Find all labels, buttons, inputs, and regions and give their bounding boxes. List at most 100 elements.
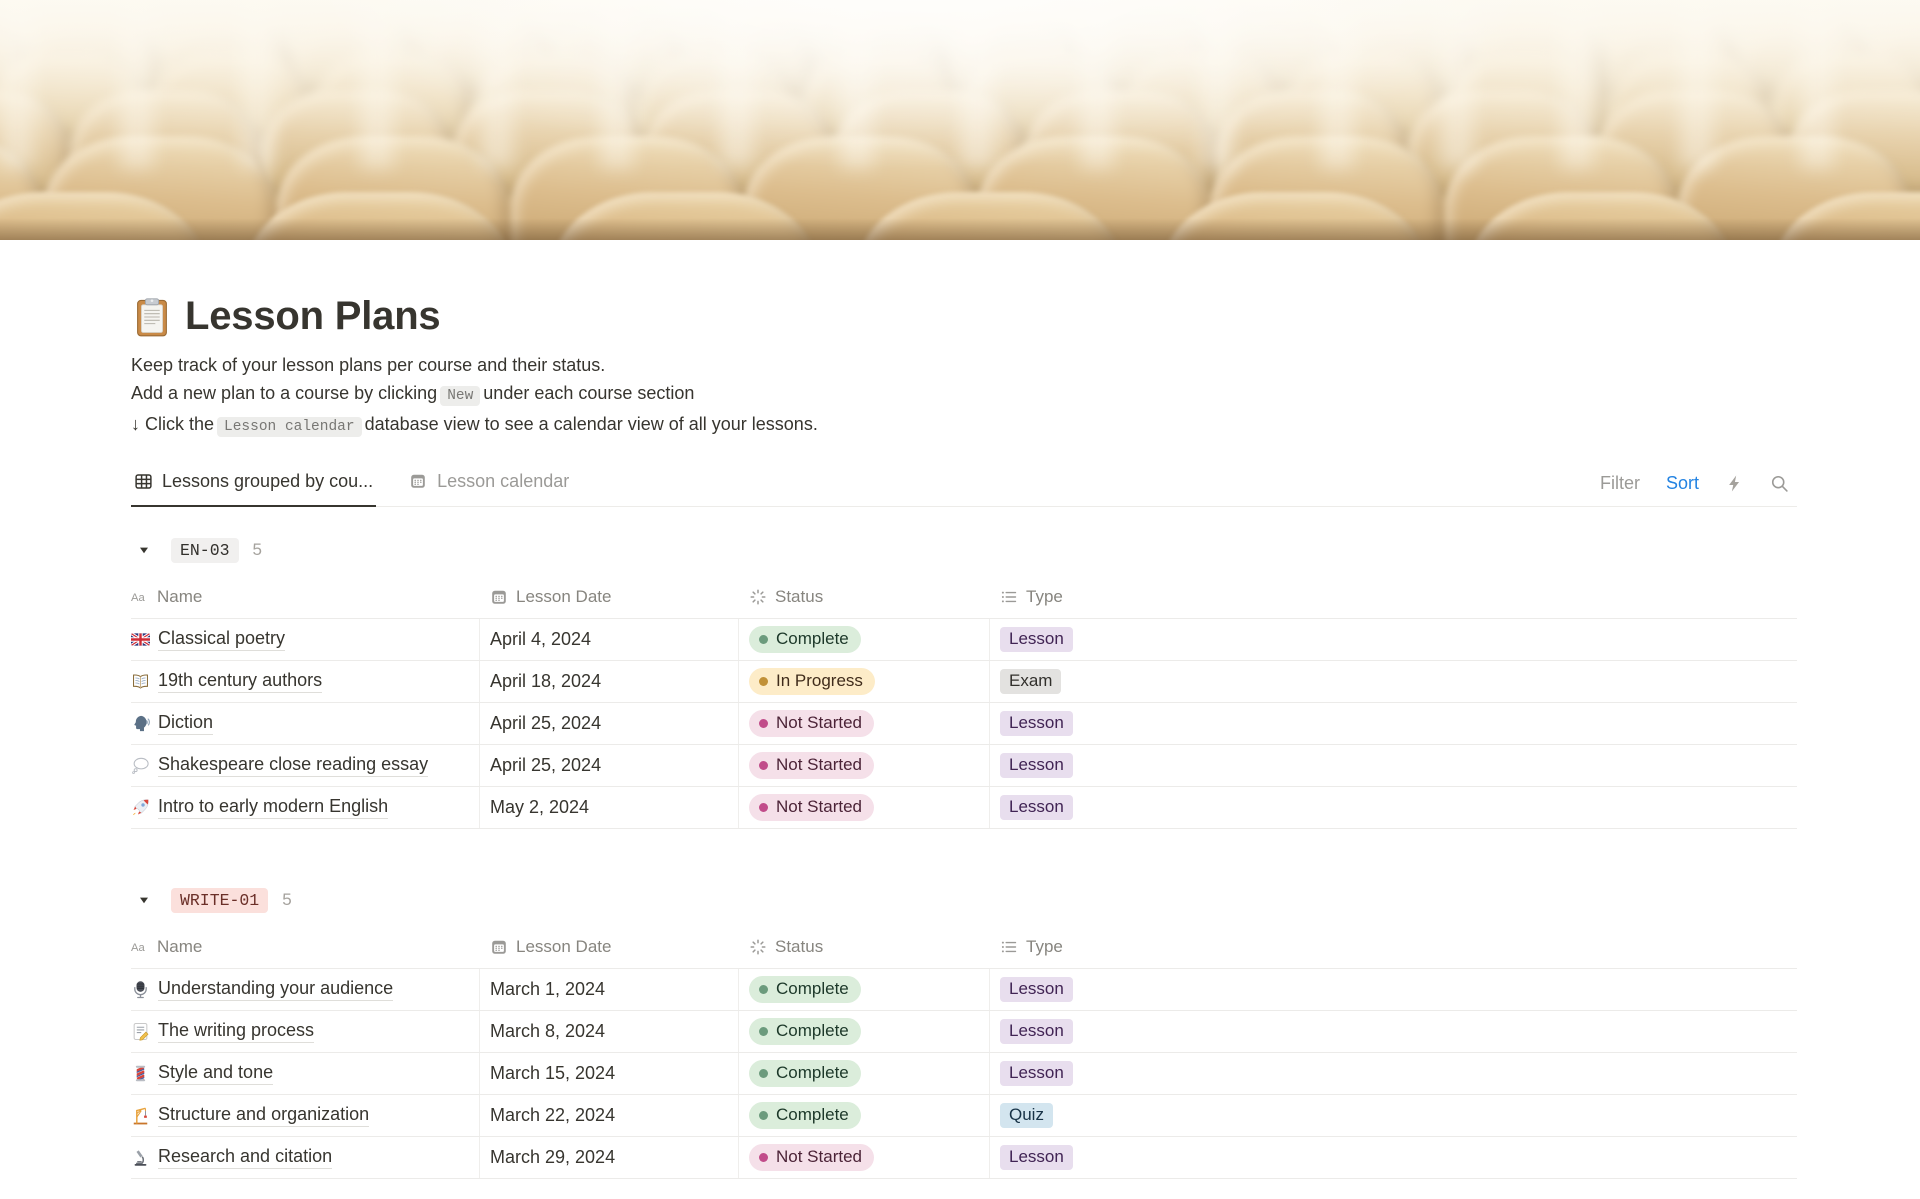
group-count: 5 xyxy=(252,540,262,559)
status-badge: Not Started xyxy=(749,794,874,821)
text-icon: Aa xyxy=(131,938,149,956)
lesson-date-cell[interactable]: March 29, 2024 xyxy=(480,1137,739,1178)
sort-button[interactable]: Sort xyxy=(1666,473,1699,494)
lesson-name[interactable]: Research and citation xyxy=(158,1146,333,1169)
status-badge: Not Started xyxy=(749,1144,874,1171)
type-cell[interactable]: Lesson xyxy=(990,703,1797,744)
lesson-date-cell[interactable]: March 22, 2024 xyxy=(480,1095,739,1136)
column-header-type[interactable]: Type xyxy=(990,925,1797,968)
lesson-date-cell[interactable]: April 4, 2024 xyxy=(480,619,739,660)
type-cell[interactable]: Quiz xyxy=(990,1095,1797,1136)
lesson-date-cell[interactable]: April 25, 2024 xyxy=(480,703,739,744)
filter-button[interactable]: Filter xyxy=(1600,473,1640,494)
type-cell[interactable]: Exam xyxy=(990,661,1797,702)
table-row[interactable]: Research and citation March 29, 2024 Not… xyxy=(131,1137,1797,1179)
group-badge[interactable]: EN-03 xyxy=(171,537,239,563)
lesson-name[interactable]: Shakespeare close reading essay xyxy=(158,754,429,777)
column-header-lesson-date[interactable]: Lesson Date xyxy=(480,575,739,618)
group-section-en-03: EN-03 5 Aa Name Lesson Date Status Type … xyxy=(131,533,1797,829)
search-icon[interactable] xyxy=(1770,474,1789,493)
lesson-name-cell[interactable]: Structure and organization xyxy=(131,1095,480,1136)
group-toggle[interactable] xyxy=(131,537,157,563)
lessons-table: Aa Name Lesson Date Status Type xyxy=(131,925,1797,1179)
type-cell[interactable]: Lesson xyxy=(990,787,1797,828)
type-cell[interactable]: Lesson xyxy=(990,1053,1797,1094)
status-cell[interactable]: Complete xyxy=(739,1053,990,1094)
status-badge: Not Started xyxy=(749,710,874,737)
status-cell[interactable]: Not Started xyxy=(739,745,990,786)
type-cell[interactable]: Lesson xyxy=(990,745,1797,786)
lesson-name-cell[interactable]: 19th century authors xyxy=(131,661,480,702)
lesson-name[interactable]: Classical poetry xyxy=(158,628,286,651)
status-cell[interactable]: In Progress xyxy=(739,661,990,702)
cover-seat-row xyxy=(0,52,1920,144)
lesson-name-cell[interactable]: The writing process xyxy=(131,1011,480,1052)
status-cell[interactable]: Complete xyxy=(739,1095,990,1136)
table-row[interactable]: Shakespeare close reading essay April 25… xyxy=(131,745,1797,787)
group-badge[interactable]: WRITE-01 xyxy=(171,887,269,913)
table-row[interactable]: 19th century authors April 18, 2024 In P… xyxy=(131,661,1797,703)
clipboard-icon[interactable] xyxy=(131,296,173,338)
column-header-name[interactable]: Aa Name xyxy=(131,925,480,968)
table-row[interactable]: Intro to early modern English May 2, 202… xyxy=(131,787,1797,829)
lesson-name-cell[interactable]: Understanding your audience xyxy=(131,969,480,1010)
type-cell[interactable]: Lesson xyxy=(990,969,1797,1010)
status-badge: Complete xyxy=(749,1060,861,1087)
lesson-name-cell[interactable]: Diction xyxy=(131,703,480,744)
status-badge: Complete xyxy=(749,1102,861,1129)
column-header-name[interactable]: Aa Name xyxy=(131,575,480,618)
status-cell[interactable]: Not Started xyxy=(739,787,990,828)
column-header-lesson-date[interactable]: Lesson Date xyxy=(480,925,739,968)
status-cell[interactable]: Complete xyxy=(739,1011,990,1052)
group-toggle[interactable] xyxy=(131,887,157,913)
lesson-date-cell[interactable]: April 18, 2024 xyxy=(480,661,739,702)
type-badge: Lesson xyxy=(1000,795,1073,820)
type-badge: Lesson xyxy=(1000,1145,1073,1170)
lesson-name[interactable]: 19th century authors xyxy=(158,670,323,693)
lesson-date-cell[interactable]: May 2, 2024 xyxy=(480,787,739,828)
status-cell[interactable]: Not Started xyxy=(739,1137,990,1178)
table-row[interactable]: Diction April 25, 2024 Not Started Lesso… xyxy=(131,703,1797,745)
column-header-type[interactable]: Type xyxy=(990,575,1797,618)
type-badge: Lesson xyxy=(1000,1061,1073,1086)
list-icon xyxy=(1000,938,1018,956)
column-header-status[interactable]: Status xyxy=(739,575,990,618)
lesson-name-cell[interactable]: Research and citation xyxy=(131,1137,480,1178)
status-cell[interactable]: Not Started xyxy=(739,703,990,744)
type-cell[interactable]: Lesson xyxy=(990,1137,1797,1178)
lesson-date-cell[interactable]: March 15, 2024 xyxy=(480,1053,739,1094)
lesson-date-cell[interactable]: April 25, 2024 xyxy=(480,745,739,786)
table-row[interactable]: Classical poetry April 4, 2024 Complete … xyxy=(131,619,1797,661)
svg-text:Aa: Aa xyxy=(131,942,146,954)
type-badge: Quiz xyxy=(1000,1103,1053,1128)
lesson-name[interactable]: Structure and organization xyxy=(158,1104,370,1127)
type-badge: Exam xyxy=(1000,669,1062,694)
table-row[interactable]: Understanding your audience March 1, 202… xyxy=(131,969,1797,1011)
lesson-name-cell[interactable]: Intro to early modern English xyxy=(131,787,480,828)
cover-image xyxy=(0,0,1920,240)
tab-lesson-calendar[interactable]: Lesson calendar xyxy=(406,463,572,507)
status-cell[interactable]: Complete xyxy=(739,969,990,1010)
type-badge: Lesson xyxy=(1000,753,1073,778)
tab-lessons-grouped-by-course[interactable]: Lessons grouped by cou... xyxy=(131,463,377,507)
table-row[interactable]: Style and tone March 15, 2024 Complete L… xyxy=(131,1053,1797,1095)
lesson-name[interactable]: Diction xyxy=(158,712,214,735)
lesson-name[interactable]: Style and tone xyxy=(158,1062,274,1085)
column-header-status[interactable]: Status xyxy=(739,925,990,968)
type-cell[interactable]: Lesson xyxy=(990,1011,1797,1052)
description-line-3: ↓ Click the Lesson calendar database view … xyxy=(131,414,818,437)
status-cell[interactable]: Complete xyxy=(739,619,990,660)
lesson-name[interactable]: The writing process xyxy=(158,1020,315,1043)
table-row[interactable]: The writing process March 8, 2024 Comple… xyxy=(131,1011,1797,1053)
type-cell[interactable]: Lesson xyxy=(990,619,1797,660)
lesson-name[interactable]: Understanding your audience xyxy=(158,978,394,1001)
lesson-name[interactable]: Intro to early modern English xyxy=(158,796,389,819)
lesson-date-cell[interactable]: March 1, 2024 xyxy=(480,969,739,1010)
table-row[interactable]: Structure and organization March 22, 202… xyxy=(131,1095,1797,1137)
status-badge: Not Started xyxy=(749,752,874,779)
lesson-name-cell[interactable]: Style and tone xyxy=(131,1053,480,1094)
lesson-name-cell[interactable]: Shakespeare close reading essay xyxy=(131,745,480,786)
lesson-date-cell[interactable]: March 8, 2024 xyxy=(480,1011,739,1052)
lightning-icon[interactable] xyxy=(1725,474,1744,493)
lesson-name-cell[interactable]: Classical poetry xyxy=(131,619,480,660)
